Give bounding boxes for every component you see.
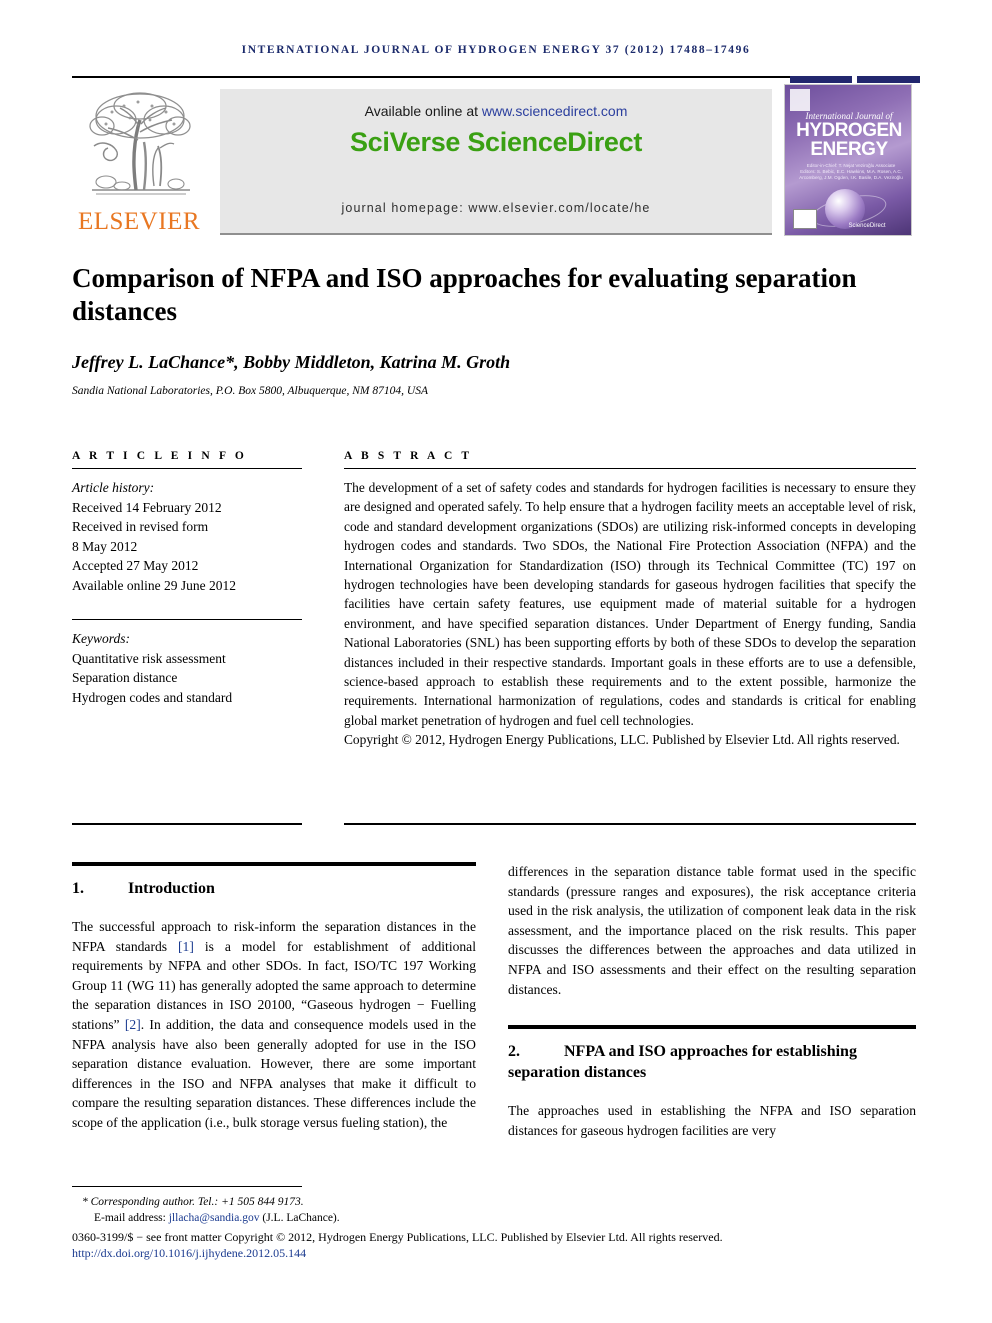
running-head-rule — [72, 76, 852, 78]
cover-title-line3: ENERGY — [810, 139, 888, 160]
cover-title-line2: HYDROGEN — [796, 120, 902, 141]
article-info-column: A R T I C L E I N F O Article history: R… — [72, 450, 302, 707]
masthead: ELSEVIER Available online at www.science… — [72, 84, 920, 236]
intro-text-c: . In addition, the data and consequence … — [72, 1016, 476, 1130]
keyword-item: Hydrogen codes and standard — [72, 689, 233, 705]
section-2-paragraph-1: The approaches used in establishing the … — [508, 1103, 916, 1138]
available-online-prefix: Available online at — [364, 103, 482, 119]
cover-ihe-badge — [793, 209, 817, 229]
keywords-block: Keywords: Quantitative risk assessment S… — [72, 629, 302, 707]
body-column-right: differences in the separation distance t… — [508, 862, 916, 1140]
keyword-item: Separation distance — [72, 670, 178, 685]
running-head: INTERNATIONAL JOURNAL OF HYDROGEN ENERGY… — [241, 44, 751, 56]
author-list: Jeffrey L. LaChance*, Bobby Middleton, K… — [72, 352, 892, 373]
abstract-column: A B S T R A C T The development of a set… — [344, 450, 916, 750]
info-closing-rule — [72, 823, 302, 825]
paper-page: INTERNATIONAL JOURNAL OF HYDROGEN ENERGY… — [0, 0, 992, 1323]
article-history-block: Article history: Received 14 February 20… — [72, 478, 302, 595]
citation-link-2[interactable]: [2] — [125, 1017, 141, 1032]
doi-link[interactable]: http://dx.doi.org/10.1016/j.ijhydene.201… — [72, 1246, 306, 1260]
sciverse-sciencedirect-logo: SciVerse ScienceDirect — [349, 127, 643, 157]
page-title: Comparison of NFPA and ISO approaches fo… — [72, 263, 857, 326]
abstract-rule — [344, 468, 916, 469]
section-1-paragraph-1: The successful approach to risk-inform t… — [72, 917, 476, 1133]
keywords-rule — [72, 619, 302, 620]
history-item: 8 May 2012 — [72, 538, 138, 554]
section-1-number: 1. — [72, 880, 84, 897]
citation-link-1[interactable]: [1] — [178, 939, 194, 954]
cover-sciencedirect-mark: ScienceDirect — [848, 223, 886, 229]
journal-cover-thumbnail: International Journal of HYDROGEN ENERGY… — [784, 84, 912, 236]
keyword-item: Quantitative risk assessment — [72, 650, 226, 666]
elsevier-tree-icon — [85, 91, 195, 205]
email-label: E-mail address: — [94, 1212, 169, 1224]
section-2-rule — [508, 1025, 916, 1030]
running-head-accent-right — [857, 76, 920, 83]
keywords-label: Keywords: — [72, 631, 130, 646]
doi-line: http://dx.doi.org/10.1016/j.ijhydene.201… — [72, 1245, 920, 1261]
cover-editors: Editor-in-Chief: T. Nejat Veziroğlu Asso… — [799, 163, 903, 180]
author-names: Jeffrey L. LaChance*, Bobby Middleton, K… — [72, 352, 511, 372]
abstract-body: The development of a set of safety codes… — [344, 480, 916, 728]
history-item: Received 14 February 2012 — [72, 499, 222, 515]
elsevier-wordmark: ELSEVIER — [77, 208, 201, 235]
running-head-accent-left — [790, 76, 852, 83]
abstract-heading: A B S T R A C T — [344, 450, 473, 462]
section-1-title: Introduction — [128, 880, 215, 897]
history-item: Available online 29 June 2012 — [72, 577, 236, 593]
article-info-heading: A R T I C L E I N F O — [72, 450, 247, 462]
elsevier-logo: ELSEVIER — [72, 86, 206, 236]
sciencedirect-url-link[interactable]: www.sciencedirect.com — [482, 103, 628, 119]
history-item: Accepted 27 May 2012 — [72, 558, 199, 573]
footnote-separator — [72, 1186, 302, 1187]
affiliation: Sandia National Laboratories, P.O. Box 5… — [72, 385, 428, 397]
page-footer: * Corresponding author. Tel.: +1 505 844… — [72, 1194, 920, 1261]
email-note: E-mail address: jllacha@sandia.gov (J.L.… — [72, 1210, 920, 1226]
abstract-closing-rule — [344, 823, 916, 825]
column-spacer — [508, 999, 916, 1025]
section-1-heading: 1. Introduction — [72, 878, 476, 899]
issn-copyright-line: 0360-3199/$ − see front matter Copyright… — [72, 1230, 723, 1244]
section-2-heading: 2. NFPA and ISO approaches for establishi… — [508, 1041, 916, 1083]
email-suffix: (J.L. LaChance). — [259, 1212, 340, 1224]
section-1-paragraph-continued: differences in the separation distance t… — [508, 864, 916, 997]
history-item: Received in revised form — [72, 519, 209, 534]
corresponding-author-note: * Corresponding author. Tel.: +1 505 844… — [82, 1196, 304, 1208]
section-1-rule — [72, 862, 476, 866]
sciencedirect-banner: Available online at www.sciencedirect.co… — [220, 89, 772, 235]
available-online-line: Available online at www.sciencedirect.co… — [220, 103, 772, 119]
cover-elsevier-mark — [790, 89, 810, 111]
article-history-label: Article history: — [72, 480, 155, 495]
email-link[interactable]: jllacha@sandia.gov — [169, 1212, 260, 1224]
article-info-rule — [72, 468, 302, 469]
journal-homepage-line[interactable]: journal homepage: www.elsevier.com/locat… — [220, 201, 772, 215]
section-2-number: 2. — [508, 1043, 520, 1061]
abstract-copyright: Copyright © 2012, Hydrogen Energy Public… — [344, 732, 900, 748]
body-column-left: 1. Introduction The successful approach t… — [72, 862, 476, 1133]
